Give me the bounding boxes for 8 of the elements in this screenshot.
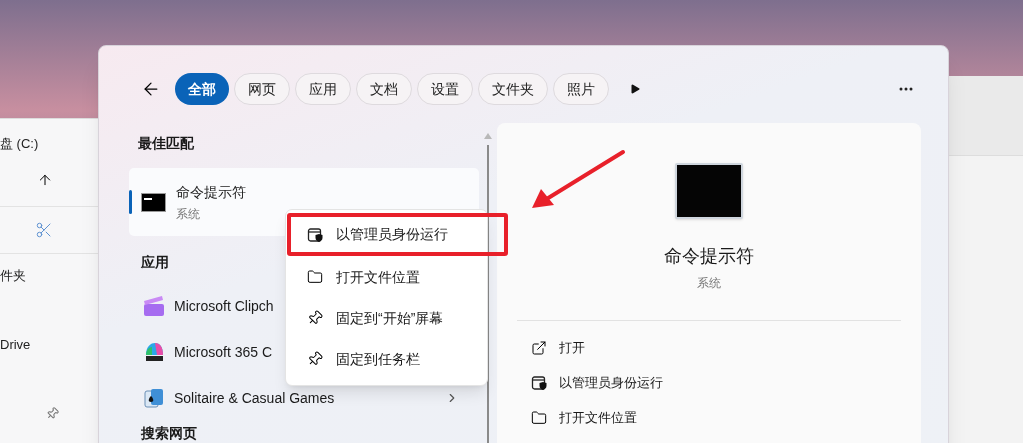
- section-heading: 最佳匹配: [138, 134, 195, 153]
- result-subtitle: 系统: [176, 205, 201, 223]
- drive-title: 盘 (C:): [0, 135, 40, 153]
- detail-subtitle: 系统: [697, 275, 721, 292]
- section-heading: 应用: [141, 253, 170, 272]
- result-name: 命令提示符: [176, 182, 246, 202]
- detail-title: 命令提示符: [664, 245, 754, 268]
- section-heading: 搜索网页: [141, 424, 198, 443]
